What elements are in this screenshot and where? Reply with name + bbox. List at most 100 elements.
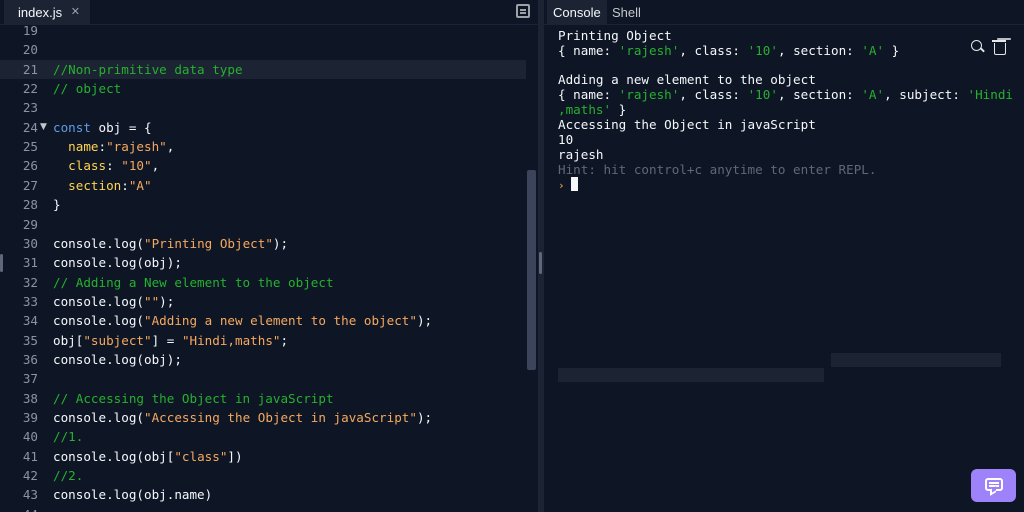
line-number: 27 [22,177,38,193]
code-token: //2. [53,468,84,484]
console-token: } [884,43,900,58]
code-token: console.log(obj); [53,351,182,367]
code-token: , [166,139,175,155]
code-line[interactable]: 30 console.log("Printing Object"); [0,234,526,253]
line-number: 28 [22,197,38,213]
code-line[interactable]: 31 console.log(obj); [0,253,526,272]
console-output[interactable]: Printing Object{ name: 'rajesh', class: … [558,28,1014,192]
chat-button[interactable] [971,469,1016,502]
code-line[interactable]: 40 //1. [0,427,526,446]
line-number: 23 [22,100,38,116]
code-line[interactable]: 21 //Non-primitive data type [0,59,526,79]
fold-arrow-icon[interactable]: ▼ [40,118,47,137]
code-token: class [53,158,107,174]
code-line[interactable]: 28} [0,195,526,214]
code-text: class: "10", [53,156,159,175]
code-line[interactable]: 35 obj["subject"] = "Hindi,maths"; [0,331,526,350]
ghost-highlight [831,353,1001,367]
code-line[interactable]: 25 name:"rajesh", [0,137,526,156]
code-token: "Hindi,maths" [181,332,281,348]
code-line[interactable]: 22 // object [0,79,526,98]
left-resize-handle[interactable] [0,254,3,272]
line-number: 35 [22,332,38,348]
line-number: 37 [22,371,38,387]
line-number: 30 [22,235,38,251]
line-number: 22 [22,81,38,97]
code-text: name:"rajesh", [53,137,174,156]
code-token: "class" [174,448,228,464]
code-token: ] = [151,332,182,348]
code-token: // Accessing the Object in javaScript [53,390,334,406]
tab-shell[interactable]: Shell [606,0,647,25]
code-token: console.log( [53,410,144,425]
code-text: //1. [53,427,83,446]
code-line[interactable]: 32 // Adding a New element to the object [0,273,526,292]
console-token: '10' [747,87,778,102]
code-text: obj["subject"] = "Hindi,maths"; [53,331,288,350]
code-line[interactable]: 41 console.log(obj["class"]) [0,447,526,466]
line-number: 24 [22,119,38,135]
code-line[interactable]: 44 [0,505,526,512]
console-line: { name: 'rajesh', class: '10', section: … [558,43,1014,58]
code-token: ); [416,313,433,329]
code-line[interactable]: 37 [0,369,526,388]
close-icon[interactable]: ✕ [71,5,80,18]
console-token: 'Hindi [967,87,1014,102]
editor-scrollbar[interactable] [527,170,536,370]
code-token: console.log( [53,293,144,309]
code-text: console.log(""); [53,292,174,311]
code-line[interactable]: 20 [0,40,526,59]
pane-resize-handle[interactable] [539,252,542,274]
code-token: ); [159,293,175,309]
console-token: Adding a new element to the object [558,72,816,87]
line-number: 21 [22,61,38,77]
code-token: console.log( [53,235,144,251]
code-text: console.log(obj); [53,253,182,272]
code-line[interactable]: 34 console.log("Adding a new element to t… [0,311,526,330]
code-token: console.log( [53,313,144,329]
code-token: const [53,119,91,135]
code-line[interactable]: 43 console.log(obj.name) [0,485,526,504]
code-text: console.log(obj); [53,350,182,369]
code-token: ]) [227,448,243,464]
console-line: Hint: hit control+c anytime to enter REP… [558,162,1014,177]
line-number: 20 [22,42,38,58]
code-token: "A" [128,177,152,193]
code-token: section [53,177,122,193]
code-editor[interactable]: 19 20 21 //Non-primitive data type 22 // obje… [0,26,538,512]
console-token: 'rajesh' [618,87,680,102]
console-token: { name: [558,43,619,58]
code-line[interactable]: 36 console.log(obj); [0,350,526,369]
code-line[interactable]: 27 section:"A" [0,176,526,195]
editor-pane: index.js ✕ 19 20 21 //Non-primitive data ty… [0,0,538,512]
tab-console[interactable]: Console [547,0,607,25]
code-line[interactable]: 23 [0,98,526,117]
code-line[interactable]: 42 //2. [0,466,526,485]
menu-icon[interactable] [516,4,530,18]
console-token: , class: [679,43,748,58]
code-token: "Adding a new element to the object" [144,313,417,329]
code-token: "10" [121,158,152,174]
console-prompt[interactable]: › [558,177,1014,192]
console-token: rajesh [558,147,604,162]
code-text: console.log(obj["class"]) [53,447,243,466]
console-token: ,maths' [558,102,612,117]
console-token: 10 [558,132,574,147]
code-text: } [53,195,61,214]
code-line[interactable]: 33 console.log(""); [0,292,526,311]
console-token: Accessing the Object in javaScript [558,117,816,132]
code-line[interactable]: 38 // Accessing the Object in javaScript [0,389,526,408]
code-text: console.log("Adding a new element to the… [53,311,432,330]
line-number: 43 [22,487,38,503]
console-token: { name: [558,87,619,102]
code-line[interactable]: 19 [0,26,526,40]
line-number: 44 [0,505,38,512]
code-line[interactable]: 24 ▼ const obj = { [0,118,526,137]
code-line[interactable]: 26 class: "10", [0,156,526,175]
code-line[interactable]: 39 console.log("Accessing the Object in j… [0,408,526,427]
code-line[interactable]: 29 [0,215,526,234]
console-token: , section: [777,43,862,58]
file-tab[interactable]: index.js ✕ [4,0,90,25]
console-tab-bar: Console Shell [544,0,1024,25]
console-line: Adding a new element to the object [558,72,1014,87]
